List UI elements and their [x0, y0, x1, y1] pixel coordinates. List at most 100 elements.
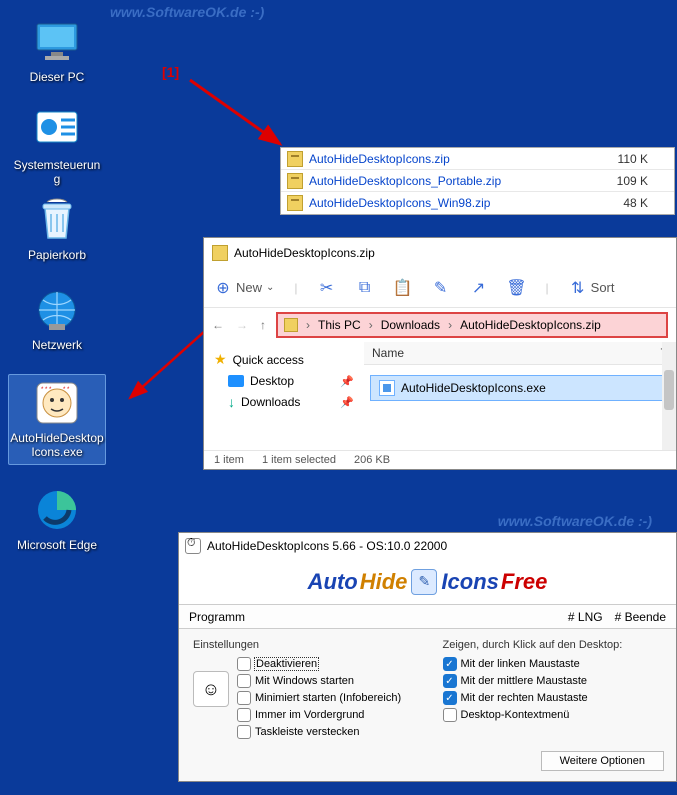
network-icon — [33, 286, 81, 334]
breadcrumb-segment[interactable]: This PC — [318, 318, 361, 332]
explorer-sidebar: ★Quick access Desktop📌 ↓Downloads📌 — [204, 342, 364, 450]
download-row[interactable]: AutoHideDesktopIcons.zip 110 K — [281, 148, 674, 170]
cut-icon[interactable]: ✂ — [318, 279, 336, 297]
new-button[interactable]: ⊕New ⌄ — [214, 279, 274, 297]
svg-text:* *: * * — [63, 387, 70, 393]
group-title: Zeigen, durch Klick auf den Desktop: — [443, 639, 663, 651]
sidebar-downloads[interactable]: ↓Downloads📌 — [214, 391, 354, 413]
zip-icon — [212, 245, 228, 261]
checkbox-deaktivieren[interactable]: Deaktivieren — [237, 657, 401, 671]
control-panel-icon — [33, 106, 81, 154]
checkbox-kontextmenu[interactable]: Desktop-Kontextmenü — [443, 708, 663, 722]
menu-beende[interactable]: # Beende — [615, 610, 666, 624]
app-titlebar[interactable]: AutoHideDesktopIcons 5.66 - OS:10.0 2200… — [179, 533, 676, 559]
trash-icon — [33, 196, 81, 244]
banner-text: Icons — [441, 569, 498, 595]
download-size: 109 K — [617, 174, 668, 188]
explorer-titlebar[interactable]: AutoHideDesktopIcons.zip — [204, 238, 676, 268]
sidebar-quick-access[interactable]: ★Quick access — [214, 348, 354, 371]
sidebar-desktop[interactable]: Desktop📌 — [214, 371, 354, 391]
status-bar: 1 item 1 item selected 206 KB — [204, 450, 676, 469]
checkbox-icon — [237, 708, 251, 722]
pin-icon[interactable]: 📌 — [324, 375, 354, 388]
banner-text: Hide — [360, 569, 408, 595]
desktop-icon-network[interactable]: Netzwerk — [12, 286, 102, 352]
breadcrumb-path[interactable]: › This PC › Downloads › AutoHideDesktopI… — [276, 312, 668, 338]
checkbox-icon — [443, 674, 457, 688]
icon-label: Netzwerk — [12, 338, 102, 352]
watermark-text: www.SoftwareOK.de :-) — [498, 513, 652, 529]
zip-icon — [284, 318, 298, 332]
zip-icon — [287, 173, 303, 189]
up-button[interactable]: ↑ — [260, 318, 266, 332]
checkbox-taskleiste-verstecken[interactable]: Taskleiste verstecken — [237, 725, 401, 739]
status-items: 1 item — [214, 454, 244, 466]
settings-group: Einstellungen ☺ Deaktivieren Mit Windows… — [193, 639, 413, 739]
icon-label: Dieser PC — [12, 70, 102, 84]
explorer-toolbar: ⊕New ⌄ | ✂ ⧉ 📋 ✎ ↗ 🗑 | ⇅Sort — [204, 268, 676, 308]
app-banner: AutoHide ✎ IconsFree — [179, 559, 676, 605]
breadcrumb-segment[interactable]: Downloads — [381, 318, 440, 332]
desktop-icon-this-pc[interactable]: Dieser PC — [12, 18, 102, 84]
menu-programm[interactable]: Programm — [189, 610, 245, 624]
download-filename[interactable]: AutoHideDesktopIcons_Portable.zip — [309, 174, 617, 188]
checkbox-icon — [443, 708, 457, 722]
desktop-icon — [228, 375, 244, 387]
file-row-selected[interactable]: AutoHideDesktopIcons.exe — [370, 375, 670, 401]
column-header[interactable]: Name T — [364, 342, 676, 365]
desktop-icon-recycle-bin[interactable]: Papierkorb — [12, 196, 102, 262]
download-filename[interactable]: AutoHideDesktopIcons.zip — [309, 152, 618, 166]
copy-icon[interactable]: ⧉ — [356, 279, 374, 297]
app-icon — [185, 538, 201, 554]
icon-label: Papierkorb — [12, 248, 102, 262]
download-icon: ↓ — [228, 394, 235, 410]
weitere-optionen-button[interactable]: Weitere Optionen — [541, 751, 664, 771]
file-name: AutoHideDesktopIcons.exe — [401, 381, 546, 395]
window-title: AutoHideDesktopIcons.zip — [234, 246, 375, 260]
banner-icon: ✎ — [411, 569, 437, 595]
download-size: 48 K — [623, 196, 668, 210]
pin-icon[interactable]: 📌 — [324, 396, 354, 409]
checkbox-icon — [443, 657, 457, 671]
forward-button[interactable]: → — [236, 318, 248, 332]
icon-label: AutoHideDesktopIcons.exe — [9, 431, 105, 460]
exe-icon — [379, 380, 395, 396]
explorer-content: Name T AutoHideDesktopIcons.exe — [364, 342, 676, 450]
checkbox-icon — [237, 691, 251, 705]
delete-icon[interactable]: 🗑 — [508, 279, 526, 297]
watermark-text: www.SoftwareOK.de :-) — [110, 4, 264, 20]
plus-icon: ⊕ — [214, 279, 232, 297]
checkbox-icon — [237, 657, 251, 671]
group-title: Einstellungen — [193, 639, 413, 651]
download-row[interactable]: AutoHideDesktopIcons_Win98.zip 48 K — [281, 192, 674, 214]
checkbox-rechte-maustaste[interactable]: Mit der rechten Maustaste — [443, 691, 663, 705]
banner-text: Free — [501, 569, 547, 595]
menu-lng[interactable]: # LNG — [568, 610, 603, 624]
explorer-breadcrumb-bar: ← → ↑ › This PC › Downloads › AutoHideDe… — [204, 308, 676, 342]
desktop-icon-edge[interactable]: Microsoft Edge — [12, 486, 102, 552]
download-filename[interactable]: AutoHideDesktopIcons_Win98.zip — [309, 196, 623, 210]
share-icon[interactable]: ↗ — [470, 279, 488, 297]
back-button[interactable]: ← — [212, 318, 224, 332]
app-menubar: Programm # LNG # Beende — [179, 605, 676, 629]
breadcrumb-segment[interactable]: AutoHideDesktopIcons.zip — [460, 318, 601, 332]
annotation-1: [1] — [162, 64, 179, 80]
download-size: 110 K — [618, 152, 668, 166]
zip-icon — [287, 195, 303, 211]
rename-icon[interactable]: ✎ — [432, 279, 450, 297]
banner-text: Auto — [308, 569, 358, 595]
checkbox-mittlere-maustaste[interactable]: Mit der mittlere Maustaste — [443, 674, 663, 688]
scrollbar[interactable] — [662, 342, 676, 450]
download-list: AutoHideDesktopIcons.zip 110 K AutoHideD… — [280, 147, 675, 215]
paste-icon[interactable]: 📋 — [394, 279, 412, 297]
checkbox-icon — [237, 674, 251, 688]
checkbox-minimiert-starten[interactable]: Minimiert starten (Infobereich) — [237, 691, 401, 705]
edge-icon — [33, 486, 81, 534]
download-row[interactable]: AutoHideDesktopIcons_Portable.zip 109 K — [281, 170, 674, 192]
checkbox-mit-windows-starten[interactable]: Mit Windows starten — [237, 674, 401, 688]
desktop-icon-control-panel[interactable]: Systemsteuerung — [12, 106, 102, 187]
desktop-icon-autohide-exe[interactable]: * * ** * AutoHideDesktopIcons.exe — [8, 374, 106, 465]
checkbox-immer-vordergrund[interactable]: Immer im Vordergrund — [237, 708, 401, 722]
sort-button[interactable]: ⇅Sort — [569, 279, 615, 297]
checkbox-linke-maustaste[interactable]: Mit der linken Maustaste — [443, 657, 663, 671]
